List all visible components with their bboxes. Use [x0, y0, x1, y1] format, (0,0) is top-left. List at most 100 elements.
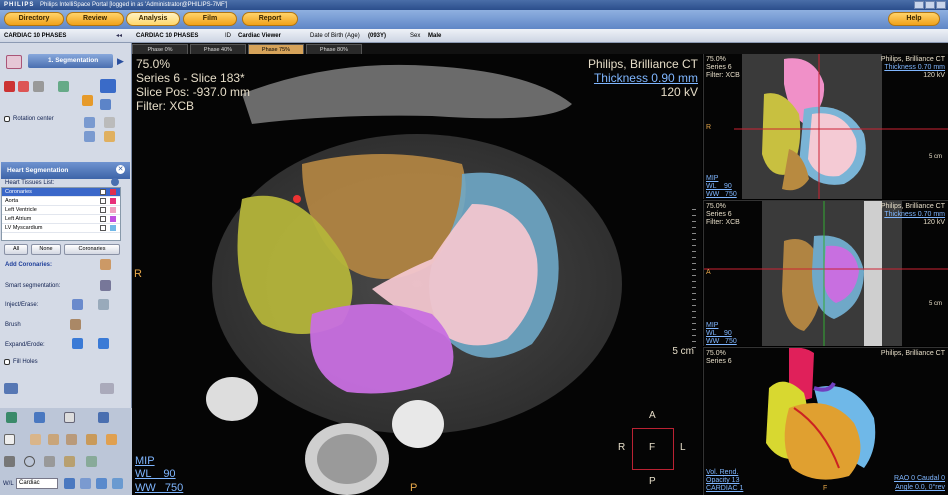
tr-wl[interactable]: WL 90	[706, 183, 732, 190]
sync-icon[interactable]	[96, 478, 107, 489]
tab-phase-80[interactable]: Phase 80%	[306, 44, 362, 54]
preset-icon[interactable]	[64, 478, 75, 489]
window-level-icon[interactable]	[66, 434, 77, 445]
collapse-icon[interactable]: ◂◂	[116, 29, 122, 43]
annotation-icon[interactable]	[86, 456, 97, 467]
erase-icon[interactable]	[98, 299, 109, 310]
br-render-mode[interactable]: Vol. Rend.	[706, 469, 738, 476]
tissue-row[interactable]: LV Myscardium	[2, 224, 120, 233]
lungs-icon[interactable]	[4, 81, 15, 92]
nav-review[interactable]: Review	[66, 12, 124, 26]
tab-phase-40[interactable]: Phase 40%	[190, 44, 246, 54]
tissue-row[interactable]: Coronaries	[2, 188, 120, 197]
tissue-row[interactable]: Aorta	[2, 197, 120, 206]
book-icon[interactable]	[98, 412, 109, 423]
erode-icon[interactable]	[98, 338, 109, 349]
camera-icon[interactable]	[84, 131, 95, 142]
tr-ww[interactable]: WW 750	[706, 191, 737, 198]
tissue-visible-checkbox[interactable]	[100, 207, 106, 213]
window-width-value[interactable]: WW 750	[135, 482, 183, 494]
smart-seg-icon[interactable]	[100, 280, 111, 291]
tr-thickness[interactable]: Thickness 0.70 mm	[884, 64, 945, 71]
maximize-button[interactable]	[925, 1, 935, 9]
forward-arrow-icon[interactable]: ▶	[117, 56, 127, 67]
tissue-color-swatch[interactable]	[110, 216, 116, 222]
database-icon[interactable]	[4, 383, 18, 394]
grid-icon[interactable]	[100, 99, 111, 110]
layout-icon[interactable]	[100, 79, 116, 93]
mr-mip[interactable]: MIP	[706, 322, 718, 329]
link-icon[interactable]	[112, 478, 123, 489]
tissue-color-swatch[interactable]	[110, 207, 116, 213]
tissue-row[interactable]: Left Ventricle	[2, 206, 120, 215]
mr-ww[interactable]: WW 750	[706, 338, 737, 345]
nav-help[interactable]: Help	[888, 12, 940, 26]
tissue-row[interactable]: Left Atrium	[2, 215, 120, 224]
tissue-color-swatch[interactable]	[110, 189, 116, 195]
nav-directory[interactable]: Directory	[4, 12, 64, 26]
expand-icon[interactable]	[72, 338, 83, 349]
thickness-control[interactable]: Thickness 0.90 mm	[594, 71, 698, 85]
mr-thickness[interactable]: Thickness 0.70 mm	[884, 211, 945, 218]
nav-film[interactable]: Film	[183, 12, 237, 26]
tab-phase-0[interactable]: Phase 0%	[132, 44, 188, 54]
fill-holes-checkbox[interactable]	[4, 359, 10, 365]
orientation-cube[interactable]: A R F L P	[612, 406, 692, 492]
ruler-icon[interactable]	[64, 456, 75, 467]
heart-view-icon[interactable]	[58, 81, 69, 92]
print-icon[interactable]	[34, 412, 45, 423]
tissue-visible-checkbox[interactable]	[100, 198, 106, 204]
layout-toggle-icon[interactable]	[80, 478, 91, 489]
rotation-center-checkbox[interactable]	[4, 116, 10, 122]
add-coronary-icon[interactable]	[100, 259, 111, 270]
export-icon[interactable]	[64, 412, 75, 423]
tissue-visible-checkbox[interactable]	[100, 216, 106, 222]
sagittal-viewport[interactable]: 75.0% Series 6 Filter: XCB Philips, Bril…	[703, 200, 948, 346]
line-icon[interactable]	[4, 456, 15, 467]
tissue-visible-checkbox[interactable]	[100, 189, 106, 195]
pan-icon[interactable]	[30, 434, 41, 445]
pointer-icon[interactable]	[4, 434, 15, 445]
film-icon[interactable]	[104, 131, 115, 142]
window-level-value[interactable]: WL 90	[135, 468, 176, 480]
volume-render-viewport[interactable]: 75.0% Series 6 Philips, Brilliance CT Vo…	[703, 347, 948, 495]
wl-preset-select[interactable]: Cardiac	[16, 478, 58, 489]
scroll-icon[interactable]	[106, 434, 117, 445]
zoom-icon[interactable]	[48, 434, 59, 445]
none-button[interactable]: None	[31, 244, 61, 255]
heart-tissues-list[interactable]: Coronaries Aorta Left Ventricle Left Atrium…	[1, 187, 121, 241]
tissue-color-swatch[interactable]	[110, 225, 116, 231]
br-opacity[interactable]: Opacity 13	[706, 477, 739, 484]
tissue-color-swatch[interactable]	[110, 198, 116, 204]
options-icon[interactable]	[104, 117, 115, 128]
nav-report[interactable]: Report	[242, 12, 298, 26]
coronal-viewport[interactable]: 75.0% Series 6 Filter: XCB Philips, Bril…	[703, 54, 948, 199]
coronaries-button[interactable]: Coronaries	[64, 244, 120, 255]
tab-phase-75[interactable]: Phase 75%	[248, 44, 304, 54]
undo-icon[interactable]	[100, 383, 114, 394]
all-button[interactable]: All	[4, 244, 28, 255]
ellipse-icon[interactable]	[24, 456, 35, 467]
save-icon[interactable]	[6, 412, 17, 423]
minimize-button[interactable]	[914, 1, 924, 9]
main-axial-viewport[interactable]: 75.0% Series 6 - Slice 183* Slice Pos: -…	[132, 54, 702, 495]
brush-icon[interactable]	[70, 319, 81, 330]
rotate-icon[interactable]	[86, 434, 97, 445]
br-angle-rev[interactable]: Angle 0.0, 0°rev	[895, 484, 945, 491]
tr-mip[interactable]: MIP	[706, 175, 718, 182]
close-panel-icon[interactable]: ✕	[116, 165, 125, 174]
inject-icon[interactable]	[72, 299, 83, 310]
segmentation-step[interactable]: 1. Segmentation	[28, 54, 113, 68]
tissue-visible-checkbox[interactable]	[100, 225, 106, 231]
render-mode[interactable]: MIP	[135, 455, 155, 467]
cube-icon[interactable]	[82, 95, 93, 106]
coronary-icon[interactable]	[33, 81, 44, 92]
vessel-icon[interactable]	[18, 81, 29, 92]
br-angle-rao[interactable]: RAO 0 Caudal 0	[894, 475, 945, 482]
heart-icon[interactable]	[6, 55, 22, 69]
measure-icon[interactable]	[84, 117, 95, 128]
nav-analysis[interactable]: Analysis	[126, 12, 180, 26]
close-button[interactable]	[936, 1, 946, 9]
settings-icon[interactable]	[111, 178, 119, 186]
angle-icon[interactable]	[44, 456, 55, 467]
